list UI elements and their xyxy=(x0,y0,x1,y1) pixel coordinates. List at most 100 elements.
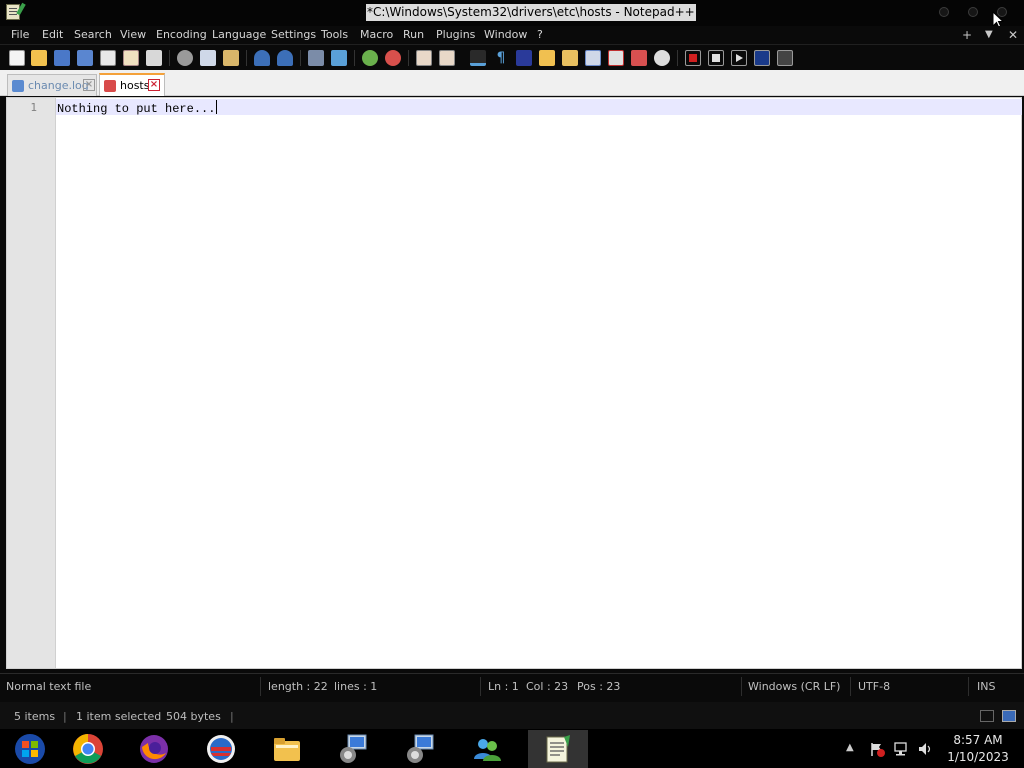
status-eol[interactable]: Windows (CR LF) xyxy=(748,680,840,693)
clock-time[interactable]: 8:57 AM xyxy=(946,733,1010,747)
taskbar-network-tool[interactable] xyxy=(324,730,384,768)
menu-bar: File Edit Search View Encoding Language … xyxy=(0,26,1024,44)
explorer-status-strip: 5 items | 1 item selected 504 bytes | xyxy=(0,702,1024,730)
toolbar: ¶ xyxy=(0,44,1024,70)
save-all-icon[interactable] xyxy=(77,50,93,66)
notepadpp-app-icon[interactable] xyxy=(6,2,26,20)
status-length: length : 22 xyxy=(268,680,328,693)
menu-help[interactable]: ? xyxy=(537,29,543,41)
function-list-icon[interactable] xyxy=(585,50,601,66)
maximize-button[interactable] xyxy=(968,7,978,17)
menu-edit[interactable]: Edit xyxy=(42,29,63,41)
taskbar-outlook[interactable] xyxy=(191,730,251,768)
tab-label: hosts xyxy=(120,79,150,92)
new-tab-plus-icon[interactable]: + xyxy=(962,28,972,42)
taskbar-users[interactable] xyxy=(457,730,517,768)
taskbar-notepadpp[interactable] xyxy=(528,730,588,768)
sync-vertical-icon[interactable] xyxy=(416,50,432,66)
network-status-icon[interactable] xyxy=(893,741,909,757)
cut-icon[interactable] xyxy=(177,50,193,66)
minimize-button[interactable] xyxy=(939,7,949,17)
preview-icon[interactable] xyxy=(654,50,670,66)
monitoring-icon[interactable] xyxy=(631,50,647,66)
tab-close-icon[interactable]: × xyxy=(83,79,95,91)
stop-macro-icon[interactable] xyxy=(708,50,724,66)
windows-start-icon xyxy=(15,734,45,764)
line-number-gutter: 1 xyxy=(7,98,56,668)
copy-icon[interactable] xyxy=(200,50,216,66)
run-macro-multiple-icon[interactable] xyxy=(754,50,770,66)
close-file-icon[interactable] xyxy=(100,50,116,66)
close-all-icon[interactable] xyxy=(123,50,139,66)
tab-change-log[interactable]: change.log × xyxy=(7,74,97,96)
unsaved-file-icon xyxy=(104,80,116,92)
text-caret xyxy=(216,100,218,114)
explorer-separator: | xyxy=(230,710,234,723)
menu-settings[interactable]: Settings xyxy=(271,29,316,41)
menu-plugins[interactable]: Plugins xyxy=(436,29,475,41)
new-file-icon[interactable] xyxy=(9,50,25,66)
outlook-icon xyxy=(207,735,235,763)
sync-horizontal-icon[interactable] xyxy=(439,50,455,66)
status-lines: lines : 1 xyxy=(334,680,378,693)
find-icon[interactable] xyxy=(308,50,324,66)
explorer-selection: 1 item selected xyxy=(76,710,162,723)
record-macro-icon[interactable] xyxy=(685,50,701,66)
play-macro-icon[interactable] xyxy=(731,50,747,66)
undo-icon[interactable] xyxy=(254,50,270,66)
taskbar-firefox[interactable] xyxy=(124,730,184,768)
code-line[interactable]: Nothing to put here... xyxy=(57,100,218,117)
menu-macro[interactable]: Macro xyxy=(360,29,393,41)
show-all-characters-icon[interactable]: ¶ xyxy=(493,50,509,66)
menu-search[interactable]: Search xyxy=(74,29,112,41)
open-file-icon[interactable] xyxy=(31,50,47,66)
menu-encoding[interactable]: Encoding xyxy=(156,29,207,41)
user-language-icon[interactable] xyxy=(539,50,555,66)
word-wrap-icon[interactable] xyxy=(470,50,486,66)
show-hidden-icons-icon[interactable]: ▲ xyxy=(846,741,854,755)
status-insert-mode[interactable]: INS xyxy=(977,680,995,693)
menu-file[interactable]: File xyxy=(11,29,29,41)
menu-view[interactable]: View xyxy=(120,29,146,41)
taskbar: ▲ 8:57 AM 1/10/2023 xyxy=(0,729,1024,768)
zoom-out-icon[interactable] xyxy=(385,50,401,66)
saved-file-icon xyxy=(12,80,24,92)
save-macro-icon[interactable] xyxy=(777,50,793,66)
start-button[interactable] xyxy=(0,730,60,768)
zoom-in-icon[interactable] xyxy=(362,50,378,66)
network-computer-icon xyxy=(407,734,434,763)
editor-area[interactable]: 1 Nothing to put here... xyxy=(6,97,1022,669)
tab-label: change.log xyxy=(28,79,89,92)
details-view-icon[interactable] xyxy=(980,710,994,722)
replace-icon[interactable] xyxy=(331,50,347,66)
status-encoding[interactable]: UTF-8 xyxy=(858,680,890,693)
large-icons-view-icon[interactable] xyxy=(1002,710,1016,722)
indent-guide-icon[interactable] xyxy=(516,50,532,66)
save-icon[interactable] xyxy=(54,50,70,66)
taskbar-chrome[interactable] xyxy=(58,730,118,768)
title-bar[interactable]: *C:\Windows\System32\drivers\etc\hosts -… xyxy=(0,0,1024,29)
redo-icon[interactable] xyxy=(277,50,293,66)
tab-close-icon[interactable]: × xyxy=(148,79,160,91)
paste-icon[interactable] xyxy=(223,50,239,66)
tab-hosts[interactable]: hosts × xyxy=(99,73,165,96)
status-position: Pos : 23 xyxy=(577,680,621,693)
menu-window[interactable]: Window xyxy=(484,29,527,41)
menu-tools[interactable]: Tools xyxy=(321,29,348,41)
clock-date[interactable]: 1/10/2023 xyxy=(946,750,1010,764)
menu-language[interactable]: Language xyxy=(212,29,266,41)
status-file-type: Normal text file xyxy=(6,680,92,693)
action-center-flag-icon[interactable] xyxy=(869,741,885,757)
notepadpp-icon xyxy=(546,735,570,763)
menu-run[interactable]: Run xyxy=(403,29,424,41)
print-icon[interactable] xyxy=(146,50,162,66)
volume-icon[interactable] xyxy=(917,741,933,757)
explorer-size: 504 bytes xyxy=(166,710,221,723)
folder-as-workspace-icon[interactable] xyxy=(608,50,624,66)
close-tab-x-icon[interactable]: ✕ xyxy=(1008,28,1018,42)
status-bar: Normal text file length : 22 lines : 1 L… xyxy=(0,673,1024,698)
taskbar-network-tool-2[interactable] xyxy=(391,730,451,768)
taskbar-file-explorer[interactable] xyxy=(257,730,317,768)
document-map-icon[interactable] xyxy=(562,50,578,66)
tab-list-dropdown-icon[interactable]: ▼ xyxy=(985,29,993,40)
